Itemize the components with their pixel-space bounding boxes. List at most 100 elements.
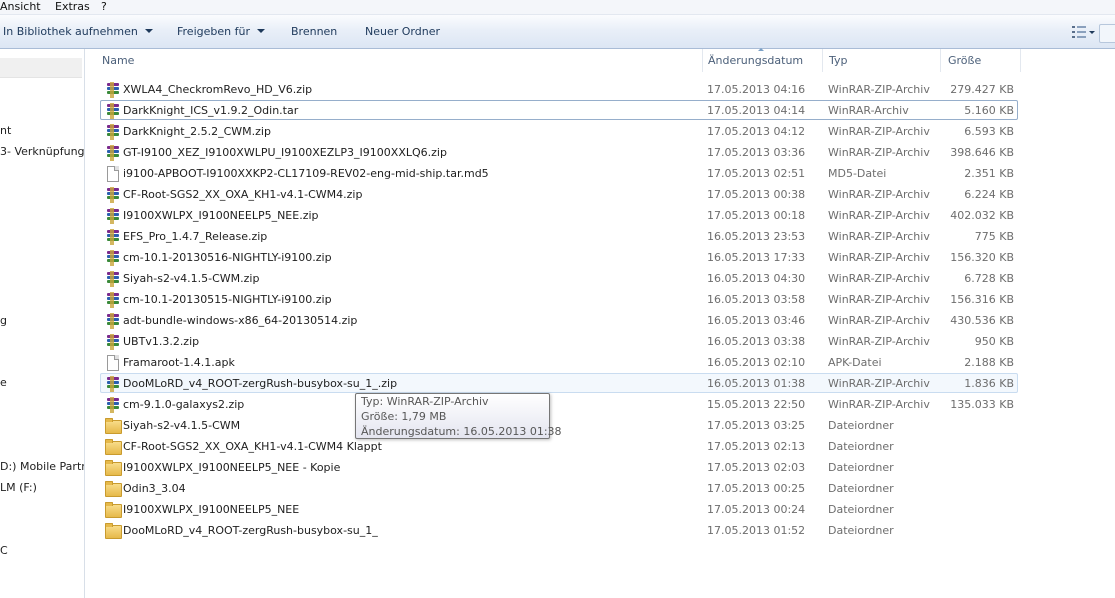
file-row[interactable]: i9100-APBOOT-I9100XXKP2-CL17109-REV02-en… <box>100 163 1018 183</box>
file-row[interactable]: Framaroot-1.4.1.apk 16.05.2013 02:10 APK-D… <box>100 352 1018 372</box>
add-to-library-button[interactable]: In Bibliothek aufnehmen <box>3 25 153 39</box>
file-row[interactable]: UBTv1.3.2.zip 16.05.2013 03:38 WinRAR-ZIP-… <box>100 331 1018 351</box>
file-name: Framaroot-1.4.1.apk <box>123 356 235 369</box>
folder-icon <box>105 418 122 434</box>
file-type: WinRAR-ZIP-Archiv <box>828 83 930 96</box>
file-type: Dateiordner <box>828 524 894 537</box>
file-type: MD5-Datei <box>828 167 887 180</box>
file-date: 17.05.2013 00:25 <box>707 482 806 495</box>
column-header-date[interactable]: Änderungsdatum <box>708 54 803 68</box>
file-size: 398.646 KB <box>950 146 1014 159</box>
file-row[interactable]: cm-10.1-20130516-NIGHTLY-i9100.zip 16.05.… <box>100 247 1018 267</box>
file-date: 17.05.2013 04:16 <box>707 83 806 96</box>
file-row[interactable]: I9100XWLPX_I9100NEELP5_NEE - Kopie 17.05.… <box>100 457 1018 477</box>
file-row[interactable]: cm-10.1-20130515-NIGHTLY-i9100.zip 16.05.… <box>100 289 1018 309</box>
view-options-icon[interactable] <box>1072 26 1086 38</box>
file-name: EFS_Pro_1.4.7_Release.zip <box>123 230 268 243</box>
add-to-library-label: In Bibliothek aufnehmen <box>3 25 138 38</box>
file-name: DooMLoRD_v4_ROOT-zergRush-busybox-su_1_ <box>123 524 378 537</box>
file-size: 2.188 KB <box>964 356 1014 369</box>
file-icon <box>105 355 121 371</box>
file-row[interactable]: I9100XWLPX_I9100NEELP5_NEE.zip 17.05.2013… <box>100 205 1018 225</box>
file-size: 279.427 KB <box>950 83 1014 96</box>
file-row[interactable]: Siyah-s2-v4.1.5-CWM.zip 16.05.2013 04:30 W… <box>100 268 1018 288</box>
file-date: 17.05.2013 02:03 <box>707 461 806 474</box>
file-type: WinRAR-ZIP-Archiv <box>828 314 930 327</box>
column-separator[interactable] <box>940 49 941 72</box>
nav-item-drive-f[interactable]: LM (F:) <box>0 481 37 495</box>
new-folder-button[interactable]: Neuer Ordner <box>365 25 440 39</box>
column-header-name[interactable]: Name <box>102 54 134 68</box>
file-row[interactable]: EFS_Pro_1.4.7_Release.zip 16.05.2013 23:5… <box>100 226 1018 246</box>
folder-icon <box>105 439 122 455</box>
file-type: Dateiordner <box>828 440 894 453</box>
nav-item[interactable]: g <box>0 314 7 328</box>
tooltip-type: Typ: WinRAR-ZIP-Archiv <box>361 395 489 408</box>
file-type: WinRAR-ZIP-Archiv <box>828 377 930 390</box>
menu-view[interactable]: Ansicht <box>0 0 41 13</box>
winrar-archive-icon <box>105 313 121 329</box>
file-size: 2.351 KB <box>964 167 1014 180</box>
file-row[interactable]: GT-I9100_XEZ_I9100XWLPU_I9100XEZLP3_I910… <box>100 142 1018 162</box>
file-date: 17.05.2013 02:51 <box>707 167 806 180</box>
nav-item-shortcut[interactable]: 3- Verknüpfung <box>0 145 84 159</box>
chevron-down-icon[interactable] <box>1089 31 1095 34</box>
winrar-archive-icon <box>105 250 121 266</box>
folder-icon <box>105 460 122 476</box>
column-separator[interactable] <box>1020 49 1021 72</box>
file-type: WinRAR-ZIP-Archiv <box>828 125 930 138</box>
file-row[interactable]: CF-Root-SGS2_XX_OXA_KH1-v4.1-CWM4.zip 17.… <box>100 184 1018 204</box>
file-row[interactable]: DarkKnight_2.5.2_CWM.zip 17.05.2013 04:12… <box>100 121 1018 141</box>
file-row[interactable]: I9100XWLPX_I9100NEELP5_NEE 17.05.2013 00:… <box>100 499 1018 519</box>
file-size: 950 KB <box>974 335 1014 348</box>
winrar-archive-icon <box>105 334 121 350</box>
column-header-type[interactable]: Typ <box>829 54 848 68</box>
file-row[interactable]: XWLA4_CheckromRevo_HD_V6.zip 17.05.2013 0… <box>100 79 1018 99</box>
file-size: 5.160 KB <box>964 104 1014 117</box>
nav-item[interactable]: nt <box>0 124 11 138</box>
file-date: 17.05.2013 00:24 <box>707 503 806 516</box>
file-row[interactable]: DooMLoRD_v4_ROOT-zergRush-busybox-su_1_ 1… <box>100 520 1018 540</box>
nav-item[interactable]: e <box>0 376 7 390</box>
file-info-tooltip: Typ: WinRAR-ZIP-Archiv Größe: 1,79 MB Än… <box>355 393 562 439</box>
tooltip-size: Größe: 1,79 MB <box>361 410 447 423</box>
file-name: Odin3_3.04 <box>123 482 186 495</box>
winrar-archive-icon <box>105 208 121 224</box>
share-with-button[interactable]: Freigeben für <box>177 25 265 39</box>
column-header-size[interactable]: Größe <box>948 54 981 68</box>
file-type: WinRAR-ZIP-Archiv <box>828 209 930 222</box>
file-name: i9100-APBOOT-I9100XXKP2-CL17109-REV02-en… <box>123 167 489 180</box>
column-separator[interactable] <box>822 49 823 72</box>
file-row[interactable]: DooMLoRD_v4_ROOT-zergRush-busybox-su_1_.… <box>100 373 1018 393</box>
winrar-archive-icon <box>105 103 121 119</box>
folder-icon <box>105 523 122 539</box>
file-date: 16.05.2013 02:10 <box>707 356 806 369</box>
file-row[interactable]: DarkKnight_ICS_v1.9.2_Odin.tar 17.05.2013… <box>100 100 1018 120</box>
file-type: WinRAR-ZIP-Archiv <box>828 293 930 306</box>
file-size: 6.728 KB <box>964 272 1014 285</box>
menu-help[interactable]: ? <box>101 0 107 13</box>
burn-button[interactable]: Brennen <box>291 25 337 39</box>
file-row[interactable]: Odin3_3.04 17.05.2013 00:25 Dateiordner <box>100 478 1018 498</box>
file-date: 17.05.2013 00:18 <box>707 209 806 222</box>
chevron-down-icon <box>144 29 153 33</box>
file-row[interactable]: CF-Root-SGS2_XX_OXA_KH1-v4.1-CWM4 Klappt… <box>100 436 1018 456</box>
file-name: UBTv1.3.2.zip <box>123 335 200 348</box>
file-row[interactable]: cm-9.1.0-galaxys2.zip 15.05.2013 22:50 Win… <box>100 394 1018 414</box>
file-row[interactable]: adt-bundle-windows-x86_64-20130514.zip 16… <box>100 310 1018 330</box>
file-date: 17.05.2013 04:14 <box>707 104 806 117</box>
nav-item-mobile-partner-drive[interactable]: D:) Mobile Partn <box>0 460 84 474</box>
navigation-pane: nt 3- Verknüpfung g e D:) Mobile Partn L… <box>0 49 85 598</box>
file-name: DarkKnight_ICS_v1.9.2_Odin.tar <box>123 104 299 117</box>
preview-pane-button[interactable] <box>1099 24 1115 43</box>
file-date: 16.05.2013 04:30 <box>707 272 806 285</box>
folder-icon <box>105 502 122 518</box>
file-size: 156.316 KB <box>950 293 1014 306</box>
menu-extras[interactable]: Extras <box>55 0 90 13</box>
file-date: 16.05.2013 23:53 <box>707 230 806 243</box>
nav-item[interactable]: C <box>0 544 8 558</box>
column-separator[interactable] <box>702 49 703 72</box>
nav-selected-item[interactable] <box>0 58 82 78</box>
file-type: Dateiordner <box>828 461 894 474</box>
file-type: WinRAR-Archiv <box>828 104 909 117</box>
